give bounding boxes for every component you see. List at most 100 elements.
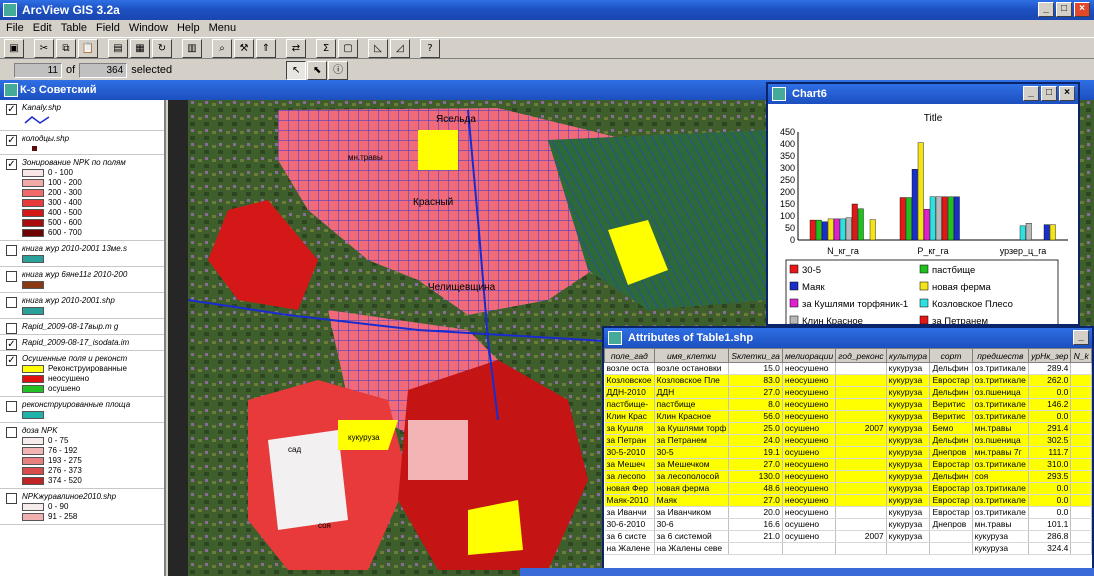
save-icon[interactable]: ▣ xyxy=(4,38,24,58)
menu-field[interactable]: Field xyxy=(94,20,127,37)
menu-table[interactable]: Table xyxy=(59,20,94,37)
table-cell: оз.тритикале xyxy=(972,398,1030,411)
column-header[interactable]: Sклетки_га xyxy=(728,348,783,363)
toc-theme[interactable]: ✓ колодцы.shp xyxy=(0,131,164,155)
toc-theme[interactable]: доза NPK 0 - 75 76 - 192 193 - 275 276 - 373… xyxy=(0,423,164,489)
chart-close-icon[interactable]: × xyxy=(1059,86,1075,101)
close-icon[interactable]: × xyxy=(1074,2,1090,17)
identify-tool-icon[interactable]: ⓘ xyxy=(328,60,349,80)
copy-icon[interactable]: ⧉ xyxy=(56,38,76,58)
theme-visibility-checkbox[interactable]: ✓ xyxy=(6,339,17,350)
column-header[interactable]: урНк_зер xyxy=(1028,348,1072,363)
promote-icon[interactable]: ⇑ xyxy=(256,38,276,58)
toc-theme[interactable]: книга жур 2010-2001 13мe.s xyxy=(0,241,164,267)
table-cell xyxy=(1070,494,1092,507)
pointer-tool-icon[interactable]: ↖ xyxy=(286,60,307,80)
theme-visibility-checkbox[interactable]: ✓ xyxy=(6,355,17,366)
column-header[interactable]: сорт xyxy=(929,348,973,363)
npk-zone-white[interactable] xyxy=(268,430,348,530)
toc-theme[interactable]: ✓ Kanaly.shp xyxy=(0,100,164,131)
table-cell: Маяк-2010 xyxy=(604,494,655,507)
sort-ascending-icon[interactable]: ◺ xyxy=(368,38,388,58)
theme-visibility-checkbox[interactable] xyxy=(6,427,17,438)
table-row[interactable]: Козловское Козловское Пле 83.0 неосушено кук… xyxy=(604,374,1092,387)
main-toolbar: ▣ ✂ ⧉ 📋 ▤ ▦ ↻ ▥ ⌕ ⚒ ⇑ ⇄ Σ ▢ ◺ ◿ ? xyxy=(0,37,1094,59)
chart-window[interactable]: Chart6 _ □ × Title 0 50 100 150 200 250 300 350 4… xyxy=(766,82,1080,369)
theme-visibility-checkbox[interactable]: ✓ xyxy=(6,135,17,146)
summarize-icon[interactable]: Σ xyxy=(316,38,336,58)
chart-maximize-icon[interactable]: □ xyxy=(1041,86,1057,101)
calculate-icon[interactable]: ▢ xyxy=(338,38,358,58)
theme-visibility-checkbox[interactable] xyxy=(6,323,17,334)
table-row[interactable]: пастбище-пастбище 8.0 неосушено кукуруза Вер… xyxy=(604,398,1092,411)
table-row[interactable]: за Иванчи за Иванчиком 20.0 неосушено кукуру… xyxy=(604,506,1092,519)
toc-theme[interactable]: книга жур 2010-2001.shp xyxy=(0,293,164,319)
toc-theme[interactable]: Rapid_2009-08-17выр.m g xyxy=(0,319,164,335)
column-header[interactable]: год_реконс xyxy=(835,348,887,363)
minimize-icon[interactable]: _ xyxy=(1038,2,1054,17)
table-row[interactable]: за 6 систе за 6 системой 21.0 осушено 2007 ку… xyxy=(604,530,1092,543)
table-row[interactable]: на Жалене на Жалены севе кукуруза 324.4 xyxy=(604,542,1092,555)
reconstructed-field-north[interactable] xyxy=(418,130,458,170)
table-row[interactable]: 30-6-2010 30-6 16.6 осушено кукуруза Днепров м… xyxy=(604,518,1092,531)
find-icon[interactable]: ⌕ xyxy=(212,38,232,58)
npk-zone-light[interactable] xyxy=(408,420,468,480)
theme-visibility-checkbox[interactable] xyxy=(6,271,17,282)
table-row[interactable]: ДДН-2010 ДДН 27.0 неосушено кукуруза Дельфин о… xyxy=(604,386,1092,399)
table-row[interactable]: Маяк-2010 Маяк 27.0 неосушено кукуруза Еврост… xyxy=(604,494,1092,507)
query-icon[interactable]: ⚒ xyxy=(234,38,254,58)
table-row[interactable]: новая Фер новая ферма 48.6 неосушено кукуруз… xyxy=(604,482,1092,495)
refresh-icon[interactable]: ↻ xyxy=(152,38,172,58)
menu-help[interactable]: Help xyxy=(175,20,207,37)
table-cell: новая Фер xyxy=(604,482,655,495)
menu-menu[interactable]: Menu xyxy=(207,20,244,37)
select-all-icon[interactable]: ▦ xyxy=(130,38,150,58)
sort-descending-icon[interactable]: ◿ xyxy=(390,38,410,58)
table-row[interactable]: за Мешеч за Мешечком 27.0 неосушено кукуруза… xyxy=(604,458,1092,471)
bar-Клин Красное xyxy=(845,217,852,241)
help-icon[interactable]: ? xyxy=(420,38,440,58)
toc-theme[interactable]: книга жур 6яне11г 2010-200 xyxy=(0,267,164,293)
chart-icon[interactable]: ▥ xyxy=(182,38,202,58)
menu-edit[interactable]: Edit xyxy=(31,20,59,37)
column-header[interactable]: N_k xyxy=(1070,348,1092,363)
theme-visibility-checkbox[interactable] xyxy=(6,245,17,256)
column-header[interactable]: мелиорации xyxy=(781,348,837,363)
theme-visibility-checkbox[interactable] xyxy=(6,297,17,308)
table-properties-icon[interactable]: ▤ xyxy=(108,38,128,58)
theme-visibility-checkbox[interactable]: ✓ xyxy=(6,159,17,170)
edit-tool-icon[interactable]: ⬉ xyxy=(307,60,328,80)
theme-visibility-checkbox[interactable] xyxy=(6,493,17,504)
column-header[interactable]: имя_клетки xyxy=(653,348,730,363)
maximize-icon[interactable]: □ xyxy=(1056,2,1072,17)
toc-theme[interactable]: ✓ Осушенные поля и реконст Реконструирован… xyxy=(0,351,164,397)
chart-minimize-icon[interactable]: _ xyxy=(1023,86,1039,101)
bar-пастбище xyxy=(905,197,912,241)
table-row[interactable]: 30-5-2010 30-5 19.1 осушено кукуруза Днепров м… xyxy=(604,446,1092,459)
menu-bar: File Edit Table Field Window Help Menu xyxy=(0,20,1094,37)
toc-theme[interactable]: ✓ Rapid_2009-08-17_isodata.im xyxy=(0,335,164,351)
legend-swatch xyxy=(22,476,44,485)
toc-theme[interactable]: ✓ Зонирование NPK по полям 0 - 100 100 - 20… xyxy=(0,155,164,241)
table-minimize-icon[interactable]: _ xyxy=(1073,330,1089,345)
switch-selection-icon[interactable]: ⇄ xyxy=(286,38,306,58)
column-header[interactable]: предшеств xyxy=(971,348,1030,363)
menu-window[interactable]: Window xyxy=(127,20,175,37)
theme-visibility-checkbox[interactable] xyxy=(6,401,17,412)
table-row[interactable]: Клин Крас Клин Красное 56.0 неосушено кукуру… xyxy=(604,410,1092,423)
table-row[interactable]: возле оста возле остановки 15.0 неосушено ку… xyxy=(604,362,1092,375)
cut-icon[interactable]: ✂ xyxy=(34,38,54,58)
table-row[interactable]: за лесопо за лесополосой 130.0 неосушено кук… xyxy=(604,470,1092,483)
column-header[interactable]: культура xyxy=(885,348,931,363)
attribute-table[interactable]: поле_гад имя_клетки Sклетки_га мелиорации го… xyxy=(604,348,1092,555)
toc-theme[interactable]: реконструированные площа xyxy=(0,397,164,423)
table-row[interactable]: за Кушля за Кушлями торф 25.0 осушено 2007 ку… xyxy=(604,422,1092,435)
table-row[interactable]: за Петран за Петранем 24.0 неосушено кукуруз… xyxy=(604,434,1092,447)
column-header[interactable]: поле_гад xyxy=(604,348,655,363)
map-label-5: сад xyxy=(288,445,301,454)
toc-theme[interactable]: NPKжуравлиное2010.shp 0 - 90 91 - 258 xyxy=(0,489,164,525)
menu-file[interactable]: File xyxy=(4,20,31,37)
theme-visibility-checkbox[interactable]: ✓ xyxy=(6,104,17,115)
attributes-window[interactable]: Attributes of Table1.shp _ поле_гад имя_к… xyxy=(602,326,1094,576)
paste-icon[interactable]: 📋 xyxy=(78,38,98,58)
